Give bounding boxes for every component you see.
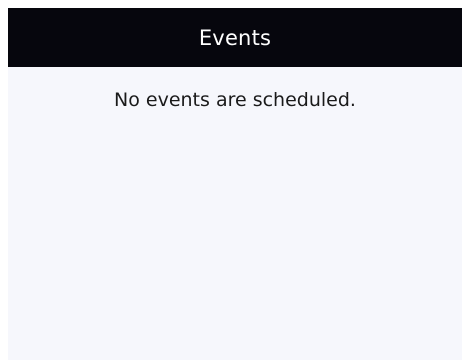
- events-header: Events: [8, 8, 462, 67]
- empty-events-message: No events are scheduled.: [114, 89, 356, 111]
- events-body: No events are scheduled.: [8, 67, 462, 111]
- events-panel: Events No events are scheduled.: [8, 8, 462, 360]
- events-title: Events: [198, 25, 272, 50]
